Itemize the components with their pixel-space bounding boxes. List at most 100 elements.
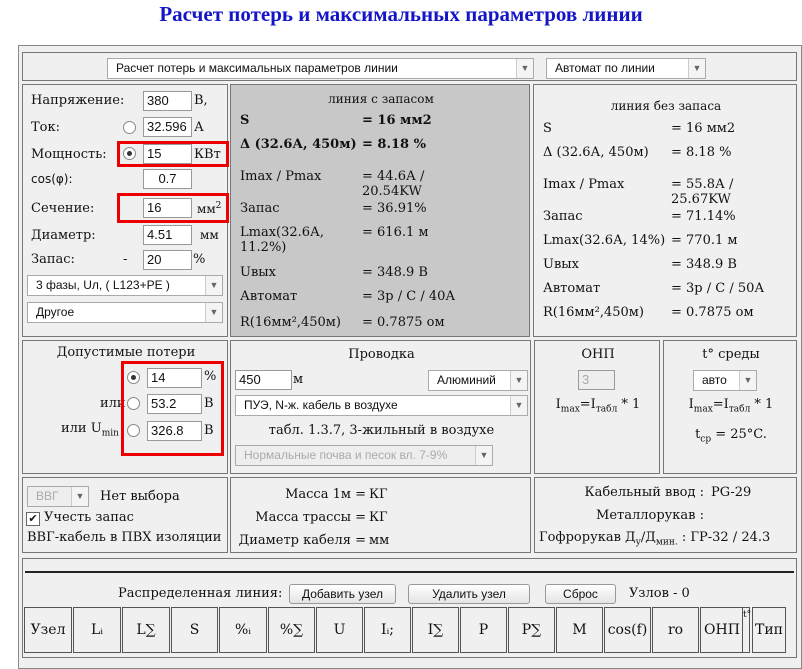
f-eq: =I <box>579 397 596 412</box>
cable-type-value: ВВГ <box>36 489 59 503</box>
row-value: = 36.91% <box>362 201 427 216</box>
temp-title: t° среды <box>702 347 760 362</box>
row-key: Imax / Pmax <box>240 169 322 184</box>
cable-panel: ВВГ ▼ Нет выбора ✔ Учесть запас ВВГ-кабел… <box>22 477 228 553</box>
add-node-button[interactable]: Добавить узел <box>289 584 396 604</box>
current-unit: А <box>194 120 204 135</box>
phase-select[interactable]: 3 фазы, Uл, ( L123+PE ) ▼ <box>27 275 223 296</box>
row-key: Δ (32.6А, 450м) <box>240 137 357 152</box>
chevron-down-icon: ▼ <box>739 371 756 390</box>
onp-panel: ОНП 3 Imax=Iтабл * 1 <box>534 340 660 474</box>
tcp: tср = 25°C. <box>664 427 798 445</box>
row-key: S <box>240 113 250 128</box>
c2: /Д <box>640 530 656 545</box>
column-header: ro <box>652 607 699 653</box>
c1: Гофрорукав Д <box>539 530 636 545</box>
table-note: табл. 1.3.7, 3-жильный в воздухе <box>268 423 495 438</box>
remove-node-button[interactable]: Удалить узел <box>408 584 530 604</box>
row-key: R(16мм²,450м) <box>543 305 644 320</box>
row-key: Uвых <box>543 257 579 272</box>
f-tail: * 1 <box>750 397 774 412</box>
voltage-label: Напряжение: <box>31 93 125 108</box>
chevron-down-icon: ▼ <box>510 371 527 390</box>
umin-sub: min <box>101 428 119 439</box>
row-value: = 8.18 % <box>671 145 732 160</box>
material-select[interactable]: Алюминий ▼ <box>428 370 528 391</box>
length-unit: м <box>293 372 304 387</box>
tcp-sub: ср <box>700 434 712 445</box>
mass-1m-unit: КГ <box>369 487 388 502</box>
reset-button[interactable]: Сброс <box>545 584 616 604</box>
diameter-label: Диаметр: <box>31 228 96 243</box>
mass-panel: Масса 1м = КГ Масса трассы = КГ Диаметр … <box>230 477 531 553</box>
row-key: Δ (32.6А, 450м) <box>543 145 649 160</box>
current-radio[interactable] <box>123 121 136 134</box>
soil-select[interactable]: Нормальные почва и песок вл. 7-9% ▼ <box>235 445 493 466</box>
current-input[interactable]: 32.596 <box>143 117 192 137</box>
account-reserve-checkbox[interactable]: ✔ <box>26 512 40 526</box>
voltage-unit: В, <box>194 93 208 108</box>
cable-diameter-unit: мм <box>369 533 390 548</box>
mode-select-value: Расчет потерь и максимальных параметров … <box>116 61 398 75</box>
route-mass-unit: КГ <box>369 510 388 525</box>
node-count: Узлов - 0 <box>629 586 690 601</box>
diameter-input[interactable]: 4.51 <box>143 225 192 245</box>
corr-value: : ГР-32 / 24.3 <box>677 530 771 545</box>
row-value: = 770.1 м <box>671 233 738 248</box>
current-label: Ток: <box>31 120 61 135</box>
row-value: = 0.7875 ом <box>362 315 445 330</box>
losses-panel: Допустимые потери 14 % или 53.2 В или Um… <box>22 340 228 474</box>
with-reserve-panel: линия с запасом S = 16 мм2 Δ (32.6А, 450м)… <box>230 84 530 337</box>
f-sub: табл <box>728 404 751 415</box>
highlight-box <box>117 141 229 167</box>
wiring-title: Проводка <box>348 347 415 362</box>
reserve-sign: - <box>123 252 128 267</box>
breaker-select-value: Автомат по линии <box>555 61 655 75</box>
row-key: S <box>543 121 552 136</box>
column-header: ОНП <box>700 607 744 653</box>
mode-select[interactable]: Расчет потерь и максимальных параметров … <box>107 58 534 79</box>
umin-label: или Umin <box>61 421 119 439</box>
voltage-input[interactable]: 380 <box>143 91 192 111</box>
without-reserve-panel: линия без запаса S = 16 мм2 Δ (32.6А, 450м… <box>533 84 797 337</box>
column-header: Lᵢ <box>73 607 121 653</box>
row-key: Lmax(32.6А, 11.2%) <box>240 225 325 255</box>
onp-input[interactable]: 3 <box>578 370 615 390</box>
f-eq: =I <box>712 397 729 412</box>
top-bar: Расчет потерь и максимальных параметров … <box>22 52 797 81</box>
column-header: I∑ <box>412 607 459 653</box>
reserve-input[interactable]: 20 <box>143 250 192 270</box>
soil-value: Нормальные почва и песок вл. 7-9% <box>244 448 448 462</box>
row-key: Запас <box>543 209 583 224</box>
f-tail: * 1 <box>617 397 641 412</box>
f-sub: max <box>560 404 580 415</box>
method-select[interactable]: ПУЭ, N-ж. кабель в воздухе ▼ <box>235 395 528 416</box>
row-key: Imax / Pmax <box>543 177 625 192</box>
distributed-label: Распределенная линия: <box>118 586 283 601</box>
other-select[interactable]: Другое ▼ <box>27 302 223 323</box>
row-value: = 55.8А / 25.67KW <box>671 177 734 207</box>
length-input[interactable]: 450 <box>235 370 292 390</box>
temp-select[interactable]: авто ▼ <box>693 370 757 391</box>
column-header: t° <box>742 607 751 653</box>
temp-select-value: авто <box>702 373 727 387</box>
cable-type-select[interactable]: ВВГ ▼ <box>27 486 89 507</box>
column-header: Iᵢ; <box>364 607 411 653</box>
metal-hose-label: Металлорукав : <box>596 508 704 523</box>
row-value: = 616.1 м <box>362 225 429 240</box>
f-sub: max <box>693 404 713 415</box>
temperature-panel: t° среды авто ▼ Imax=Iтабл * 1 tср = 25°C… <box>663 340 797 474</box>
with-reserve-title: линия с запасом <box>328 92 434 106</box>
cos-label: cos(φ): <box>31 172 73 186</box>
breaker-select[interactable]: Автомат по линии ▼ <box>546 58 706 79</box>
row-value: = 71.14% <box>671 209 736 224</box>
row-value: = 16 мм2 <box>671 121 736 136</box>
row-key: Запас <box>240 201 280 216</box>
method-value: ПУЭ, N-ж. кабель в воздухе <box>244 398 398 412</box>
no-choice-label: Нет выбора <box>100 489 180 504</box>
divider <box>25 571 794 573</box>
cos-input[interactable]: 0.7 <box>143 169 192 189</box>
row-value: = 16 мм2 <box>362 113 432 128</box>
row-key: R(16мм²,450м) <box>240 315 341 330</box>
wiring-panel: Проводка 450 м Алюминий ▼ ПУЭ, N-ж. кабел… <box>230 340 531 474</box>
